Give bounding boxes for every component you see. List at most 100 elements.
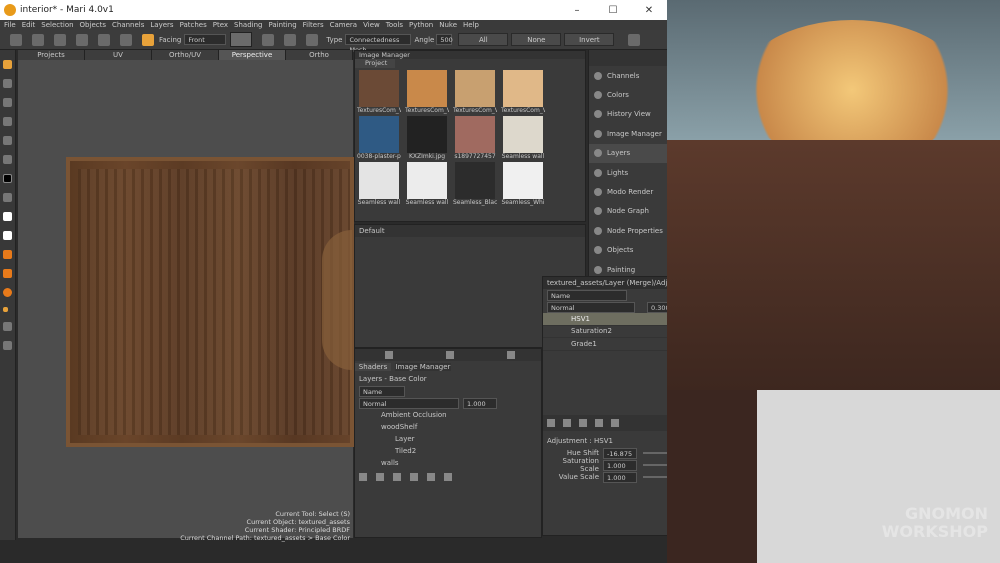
background-color-swatch[interactable] xyxy=(3,212,12,221)
bake-icon[interactable] xyxy=(120,33,132,46)
paint-tool-icon[interactable] xyxy=(3,155,12,164)
thumbnail-item[interactable]: s1897727457 xyxy=(453,116,497,160)
tab-uv[interactable]: UV xyxy=(85,50,152,60)
palette-image-manager[interactable]: Image Manager xyxy=(589,124,667,143)
polygon-icon[interactable] xyxy=(306,33,319,46)
menu-objects[interactable]: Objects xyxy=(80,21,106,29)
sphere-icon[interactable] xyxy=(3,288,12,297)
palette-objects[interactable]: Objects xyxy=(589,241,667,260)
selection-mode-icon[interactable] xyxy=(230,32,253,47)
dot-icon[interactable] xyxy=(3,307,8,312)
menu-channels[interactable]: Channels xyxy=(112,21,144,29)
minimize-button[interactable]: – xyxy=(559,5,595,16)
tab-projects[interactable]: Projects xyxy=(18,50,85,60)
tab-project[interactable]: Project xyxy=(355,59,395,68)
select-arrow-icon[interactable] xyxy=(142,33,154,46)
layer-tiled2[interactable]: Tiled2 xyxy=(355,445,541,457)
tab-ortho-uv[interactable]: Ortho/UV xyxy=(152,50,219,60)
delete-icon[interactable] xyxy=(444,473,452,481)
menu-filters[interactable]: Filters xyxy=(303,21,324,29)
grid-tool-icon[interactable] xyxy=(3,117,12,126)
select-none-button[interactable]: None xyxy=(511,33,562,46)
layer-search[interactable]: Name xyxy=(359,385,405,397)
light-tool-icon[interactable] xyxy=(3,250,12,259)
foreground-color-swatch[interactable] xyxy=(3,174,12,183)
shader-tool-icon[interactable] xyxy=(3,269,12,278)
select-tool-icon[interactable] xyxy=(3,60,12,69)
thumbnail-item[interactable]: KXZImki.jpg xyxy=(405,116,449,160)
menu-layers[interactable]: Layers xyxy=(150,21,173,29)
menu-python[interactable]: Python xyxy=(409,21,433,29)
adjustment-search[interactable]: Name xyxy=(547,289,627,301)
type-select[interactable]: Connectedness Mesh xyxy=(345,34,412,54)
opacity-field[interactable]: 1.000 xyxy=(463,397,497,409)
doc-icon-a[interactable] xyxy=(385,351,394,359)
paint-icon[interactable] xyxy=(98,33,110,46)
transform-icon[interactable] xyxy=(76,33,88,46)
menu-help[interactable]: Help xyxy=(463,21,479,29)
menu-file[interactable]: File xyxy=(4,21,16,29)
adj-procedural-icon[interactable] xyxy=(563,419,571,427)
open-icon[interactable] xyxy=(32,33,44,46)
menu-view[interactable]: View xyxy=(363,21,380,29)
thumbnail-item[interactable]: TexturesCom_V xyxy=(405,70,449,114)
close-button[interactable]: ✕ xyxy=(631,5,667,16)
thumbnail-item[interactable]: Seamless wall xyxy=(405,162,449,206)
palette-colors[interactable]: Colors xyxy=(589,85,667,104)
frame-icon[interactable] xyxy=(3,322,12,331)
maximize-button[interactable]: ☐ xyxy=(595,5,631,16)
palette-modo-render[interactable]: Modo Render xyxy=(589,182,667,201)
add-adjustment-icon[interactable] xyxy=(376,473,384,481)
lasso-icon[interactable] xyxy=(262,33,275,46)
rotate-tool-icon[interactable] xyxy=(3,98,12,107)
add-procedural-icon[interactable] xyxy=(393,473,401,481)
move-tool-icon[interactable] xyxy=(3,79,12,88)
thumbnail-item[interactable]: TexturesCom_V xyxy=(453,70,497,114)
facing-select[interactable]: Front xyxy=(184,34,227,45)
tab-perspective[interactable]: Perspective xyxy=(219,50,286,60)
adjustment-blend-select[interactable]: Normal xyxy=(547,301,635,313)
thumbnail-item[interactable]: 0038-plaster-pr xyxy=(357,116,401,160)
hue-shift-field[interactable]: -16.875 xyxy=(603,447,637,459)
thumbnail-item[interactable]: Seamless wall xyxy=(357,162,401,206)
default-title[interactable]: Default xyxy=(355,225,585,237)
layer-ambient-occlusion[interactable]: Ambient Occlusion xyxy=(355,409,541,421)
group-icon[interactable] xyxy=(410,473,418,481)
layer-layer[interactable]: Layer xyxy=(355,433,541,445)
palette-channels[interactable]: Channels xyxy=(589,66,667,85)
select-all-button[interactable]: All xyxy=(458,33,509,46)
doc-icon-b[interactable] xyxy=(445,351,454,359)
thumbnail-item[interactable]: TexturesCom_V xyxy=(501,70,545,114)
layout-icon[interactable] xyxy=(3,341,12,350)
tab-ortho[interactable]: Ortho xyxy=(286,50,353,60)
tab-shaders[interactable]: Shaders xyxy=(355,363,391,371)
thumbnail-item[interactable]: TexturesCom_V xyxy=(357,70,401,114)
value-scale-field[interactable]: 1.000 xyxy=(603,471,637,483)
saturation-scale-field[interactable]: 1.000 xyxy=(603,459,637,471)
menu-selection[interactable]: Selection xyxy=(41,21,73,29)
palette-node-graph[interactable]: Node Graph xyxy=(589,202,667,221)
new-icon[interactable] xyxy=(10,33,22,46)
wood-board-model[interactable] xyxy=(66,157,354,447)
image-icon[interactable] xyxy=(506,351,515,359)
menu-camera[interactable]: Camera xyxy=(330,21,357,29)
default-colors-icon[interactable] xyxy=(3,231,12,240)
thumbnail-item[interactable]: Seamless_Blac xyxy=(453,162,497,206)
adj-mask-icon[interactable] xyxy=(595,419,603,427)
adj-group-icon[interactable] xyxy=(579,419,587,427)
layer-walls[interactable]: walls xyxy=(355,457,541,469)
add-layer-icon[interactable] xyxy=(359,473,367,481)
brush-select-icon[interactable] xyxy=(284,33,297,46)
menu-patches[interactable]: Patches xyxy=(180,21,207,29)
menu-shading[interactable]: Shading xyxy=(234,21,262,29)
palette-lights[interactable]: Lights xyxy=(589,163,667,182)
camera-icon[interactable] xyxy=(628,33,641,46)
menu-ptex[interactable]: Ptex xyxy=(213,21,228,29)
menu-painting[interactable]: Painting xyxy=(268,21,296,29)
adj-add-icon[interactable] xyxy=(547,419,555,427)
swap-colors-icon[interactable] xyxy=(3,193,12,202)
menu-tools[interactable]: Tools xyxy=(386,21,403,29)
menu-nuke[interactable]: Nuke xyxy=(439,21,457,29)
mask-icon[interactable] xyxy=(427,473,435,481)
marquee-tool-icon[interactable] xyxy=(3,136,12,145)
